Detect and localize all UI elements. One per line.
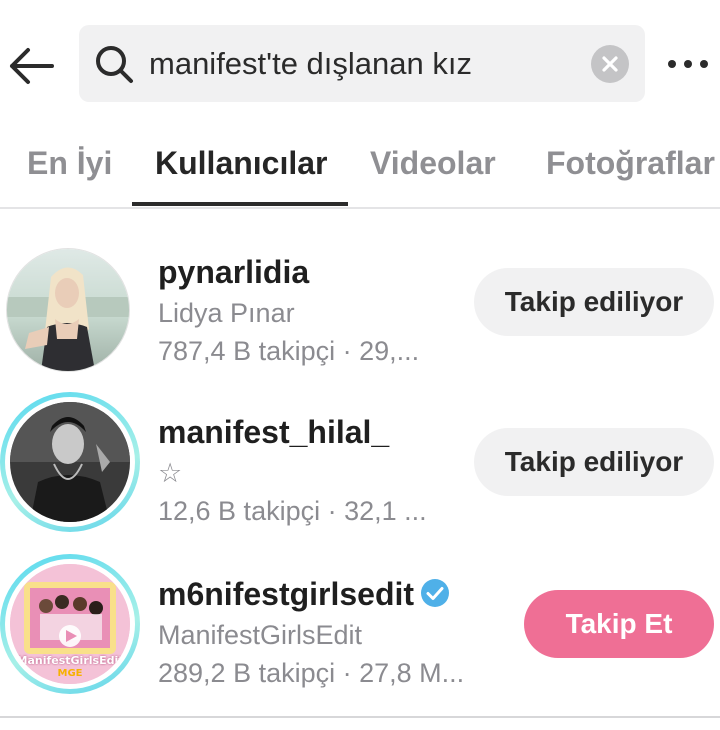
username[interactable]: manifest_hilal_ [158, 414, 389, 451]
following-button[interactable]: Takip ediliyor [474, 428, 714, 496]
username[interactable]: pynarlidia [158, 254, 309, 291]
list-item[interactable]: ManifestGirlsEdit MGE m6nifestgirlsedit … [0, 554, 720, 730]
user-stats: 787,4 B takipçi · 29,... [158, 336, 420, 366]
follow-button[interactable]: Takip Et [524, 590, 714, 658]
user-stats: 289,2 B takipçi · 27,8 M... [158, 658, 465, 688]
list-item[interactable]: pynarlidia Lidya Pınar 787,4 B takipçi ·… [0, 248, 720, 408]
username-text[interactable]: m6nifestgirlsedit [158, 576, 414, 612]
active-tab-indicator [132, 202, 348, 206]
avatar[interactable]: ManifestGirlsEdit MGE [0, 554, 140, 694]
avatar[interactable] [0, 392, 140, 532]
clear-search-button[interactable] [591, 45, 629, 83]
display-name: ☆ [158, 458, 183, 488]
avatar[interactable] [0, 242, 140, 382]
top-bar: manifest'te dışlanan kız [0, 0, 720, 125]
tab-top[interactable]: En İyi [27, 145, 112, 182]
avatar-image [10, 402, 130, 522]
following-button[interactable]: Takip ediliyor [474, 268, 714, 336]
tab-users[interactable]: Kullanıcılar [155, 145, 328, 182]
tab-bar: En İyi Kullanıcılar Videolar Fotoğraflar [0, 125, 720, 209]
list-item[interactable]: manifest_hilal_ ☆ 12,6 B takipçi · 32,1 … [0, 392, 720, 568]
back-button[interactable] [6, 40, 58, 92]
display-name: Lidya Pınar [158, 298, 295, 328]
display-name: ManifestGirlsEdit [158, 620, 363, 650]
avatar-logo-sub: MGE [57, 668, 83, 679]
search-box[interactable]: manifest'te dışlanan kız [79, 25, 645, 102]
search-input[interactable]: manifest'te dışlanan kız [149, 45, 472, 83]
tab-videos[interactable]: Videolar [370, 145, 496, 182]
avatar-image [7, 249, 129, 371]
username[interactable]: m6nifestgirlsedit [158, 576, 450, 613]
more-options-button[interactable] [664, 52, 712, 76]
search-icon [96, 46, 133, 83]
user-stats: 12,6 B takipçi · 32,1 ... [158, 496, 427, 526]
back-arrow-icon [10, 48, 54, 84]
divider [0, 716, 720, 718]
avatar-logo-text: ManifestGirlsEdit [16, 654, 124, 667]
more-icon [668, 60, 708, 68]
verified-icon [421, 579, 450, 607]
tab-photos[interactable]: Fotoğraflar [546, 145, 715, 182]
clear-icon [602, 56, 618, 72]
